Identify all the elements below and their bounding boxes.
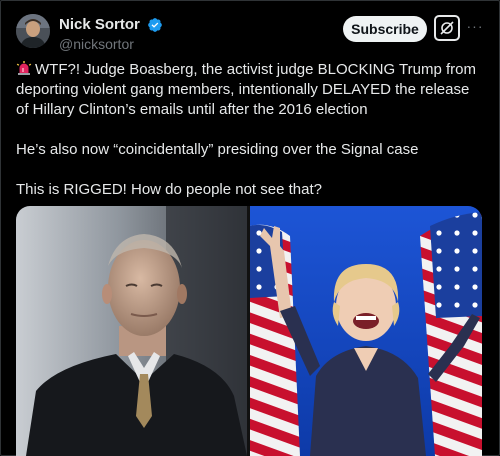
author-block: Nick Sortor @nicksortor [59,16,163,52]
verified-badge-icon [147,17,163,33]
tweet-paragraph-1-text: WTF?! Judge Boasberg, the activist judge… [16,61,477,118]
handle[interactable]: @nicksortor [59,36,163,52]
tweet-paragraph-1: WTF?! Judge Boasberg, the activist judge… [16,60,482,120]
subscribe-button[interactable]: Subscribe [343,16,427,42]
tweet-paragraph-3: This is RIGGED! How do people not see th… [16,181,322,198]
display-name[interactable]: Nick Sortor [59,16,140,33]
more-icon[interactable]: ··· [466,16,484,36]
hillary-photo[interactable] [250,206,482,456]
siren-icon [16,60,32,76]
avatar[interactable] [16,14,50,48]
tweet-media[interactable] [16,206,482,456]
tweet-header: Nick Sortor @nicksortor Subscribe ··· [16,12,486,52]
tweet-text: WTF?! Judge Boasberg, the activist judge… [16,60,482,200]
judge-photo[interactable] [16,206,247,456]
tweet-paragraph-2: He’s also now “coincidentally” presiding… [16,141,419,158]
grok-icon[interactable] [434,15,460,41]
